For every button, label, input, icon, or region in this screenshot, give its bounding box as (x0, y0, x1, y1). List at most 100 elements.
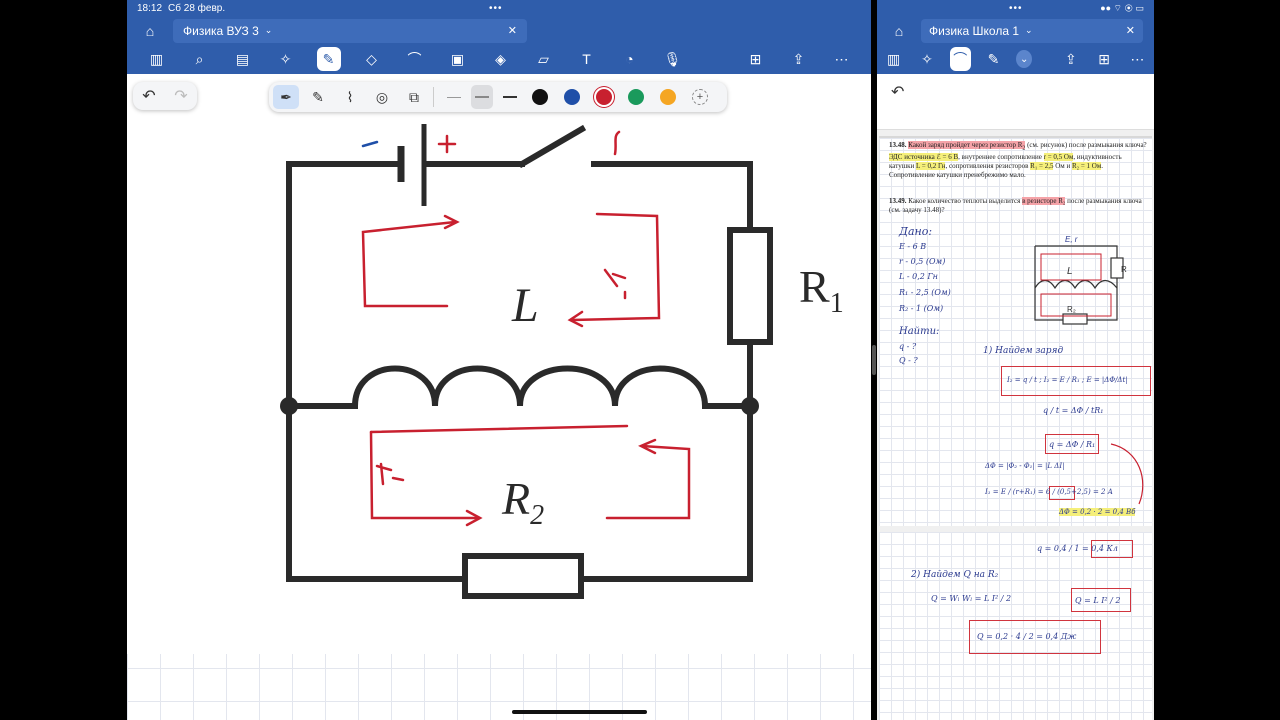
right-toolbar: ▥ ✧ ⌒ ✎ ⌄ ⇪ ⊞ ⋯ (877, 44, 1154, 74)
task-13-48: 13.48. Какой заряд пройдет через резисто… (889, 141, 1147, 180)
r2-label: R2 (502, 473, 545, 532)
given-line: E - 6 В (899, 242, 927, 251)
svg-text:R₂: R₂ (1067, 305, 1076, 314)
color-green[interactable] (628, 89, 644, 105)
r1-label: R1 (799, 261, 844, 320)
find-title: Найти: (899, 326, 940, 337)
task-13-49: 13.49. Какое количество теплоты выделитс… (889, 197, 1142, 214)
close-icon[interactable]: ✕ (1126, 24, 1135, 37)
tab-document[interactable]: Физика Школа 1 ⌄ ✕ (921, 18, 1143, 43)
add-page-icon[interactable]: ⊞ (744, 47, 768, 71)
svg-text:R₁: R₁ (1121, 265, 1127, 274)
document-icon[interactable]: ▤ (231, 47, 255, 71)
undo-icon[interactable]: ↶ (142, 86, 155, 106)
formula-energy-boxed: Q = L I² / 2 (1075, 596, 1121, 605)
close-icon[interactable]: ✕ (508, 24, 517, 37)
eraser-icon[interactable]: ◇ (360, 47, 384, 71)
formula-flux: ΔΦ = |Φ₂ - Φ₁| = |L ΔI| (985, 462, 1065, 470)
status-date: Сб 28 февр. (168, 3, 226, 14)
tab-bar-right: ⌂ Физика Школа 1 ⌄ ✕ (877, 17, 1154, 44)
shapes-icon[interactable]: ◈ (489, 47, 513, 71)
multitask-dots-icon[interactable]: ••• (1009, 3, 1023, 14)
medium-line-option[interactable] (471, 85, 493, 109)
tab-title: Физика ВУЗ 3 (183, 23, 259, 38)
more-icon[interactable]: ⋯ (1127, 47, 1148, 71)
chevron-down-icon[interactable]: ⌄ (265, 25, 273, 36)
page-canvas[interactable]: R1 L R2 (127, 74, 871, 720)
home-icon[interactable]: ⌂ (877, 23, 921, 39)
tab-document[interactable]: Физика ВУЗ 3 ⌄ ✕ (173, 18, 527, 43)
step-1-heading: 1) Найдем заряд (983, 346, 1064, 356)
color-orange[interactable] (660, 89, 676, 105)
textbox-icon[interactable]: T (575, 47, 599, 71)
sticky-icon[interactable]: ▱ (532, 47, 556, 71)
given-line: L - 0,2 Гн (899, 272, 938, 281)
more-icon[interactable]: ⋯ (830, 47, 854, 71)
left-notebook-pane: 18:12 Сб 28 февр. ••• ⌂ Физика ВУЗ 3 ⌄ ✕… (127, 0, 871, 720)
formula-current: I₂ = q / t ; I₂ = E / R₁ ; E = |ΔΦ/Δt| (1007, 376, 1128, 384)
sidebar-icon[interactable]: ▥ (883, 47, 904, 71)
lasso-icon[interactable]: ⌒ (403, 47, 427, 71)
pen-toolbar: ✒ ✎ ⌇ ◎ ⧉ + (269, 82, 727, 112)
add-page-icon[interactable]: ⊞ (1093, 47, 1114, 71)
thin-line-option[interactable] (443, 85, 465, 109)
find-line: Q - ? (899, 356, 918, 365)
divider (433, 87, 434, 107)
color-black[interactable] (532, 89, 548, 105)
mic-icon[interactable]: 🎙 (661, 47, 685, 71)
color-red-selected[interactable] (596, 89, 612, 105)
redo-icon[interactable]: ↷ (174, 86, 187, 106)
svg-text:E, r: E, r (1065, 235, 1078, 244)
tab-bar: ⌂ Физика ВУЗ 3 ⌄ ✕ (127, 17, 871, 44)
tools-chevron-icon[interactable]: ⌄ (1016, 50, 1033, 68)
ballpoint-pen-icon[interactable]: ✎ (305, 85, 331, 109)
fountain-pen-icon[interactable]: ✒ (273, 85, 299, 109)
formula-q-over-t: q / t = ΔΦ / tR₁ (1043, 406, 1104, 415)
status-bar-right: ••• ●● ⌔ ◉ ▭ (877, 0, 1154, 17)
given-line: r - 0,5 (Ом) (899, 257, 946, 266)
formula-q-value: q = 0,4 / 1 = 0,4 Кл (1037, 544, 1118, 553)
image-icon[interactable]: ▣ (446, 47, 470, 71)
add-color-icon[interactable]: + (692, 89, 708, 105)
brush-pen-icon[interactable]: ⌇ (337, 85, 363, 109)
find-line: q - ? (899, 342, 917, 351)
multitask-dots-icon[interactable]: ••• (489, 3, 503, 14)
inductor-label: L (512, 279, 539, 332)
undo-area: ↶ (877, 74, 1154, 130)
given-title: Дано: (899, 225, 933, 238)
main-toolbar: ▥ ⌕ ▤ ✧ ✎ ◇ ⌒ ▣ ◈ ▱ T ◔ 🎙 ⊞ ⇪ ⋯ (127, 44, 871, 74)
sticker-icon[interactable]: ◔ (618, 47, 642, 71)
ink-effects-icon[interactable]: ◎ (369, 85, 395, 109)
arrow-annotation (1110, 443, 1144, 505)
undo-icon[interactable]: ↶ (891, 82, 904, 102)
search-icon[interactable]: ⌕ (188, 47, 212, 71)
lasso-icon[interactable]: ⌒ (949, 47, 971, 71)
share-icon[interactable]: ⇪ (787, 47, 811, 71)
undo-redo-bar: ↶ ↷ (133, 82, 197, 110)
chevron-down-icon[interactable]: ⌄ (1025, 25, 1033, 36)
split-handle[interactable] (872, 345, 876, 375)
formula-final: Q = 0,2 · 4 / 2 = 0,4 Дж (977, 632, 1077, 641)
status-icons: ●● ⌔ ◉ ▭ (1100, 3, 1144, 13)
pen-icon[interactable]: ✎ (316, 47, 341, 71)
tab-title: Физика Школа 1 (929, 23, 1020, 38)
circuit-diagram (127, 74, 871, 654)
svg-text:L: L (1067, 266, 1073, 277)
small-circuit-sketch: E, r L R₁ R₂ (1034, 235, 1127, 325)
pen-icon[interactable]: ✎ (983, 47, 1004, 71)
step-2-heading: 2) Найдем Q на R₂ (911, 570, 999, 580)
home-icon[interactable]: ⌂ (127, 23, 173, 39)
share-icon[interactable]: ⇪ (1060, 47, 1081, 71)
highlighter-icon[interactable]: ⧉ (401, 85, 427, 109)
formula-energy: Q = Wₗ Wₗ = L I² / 2 (931, 594, 1012, 603)
home-indicator[interactable] (512, 710, 647, 714)
sparkle-icon[interactable]: ✧ (916, 47, 937, 71)
right-notebook-pane: ••• ●● ⌔ ◉ ▭ ⌂ Физика Школа 1 ⌄ ✕ ▥ ✧ ⌒ … (877, 0, 1154, 720)
sidebar-icon[interactable]: ▥ (145, 47, 169, 71)
formula-i1: I₁ = E / (r+R₁) = 6 / (0,5+2,5) = 2 A (985, 488, 1113, 496)
formula-q: q = ΔΦ / R₁ (1049, 440, 1096, 449)
status-time: 18:12 (137, 3, 163, 14)
thick-line-option[interactable] (499, 85, 521, 109)
color-blue[interactable] (564, 89, 580, 105)
sparkle-icon[interactable]: ✧ (274, 47, 298, 71)
